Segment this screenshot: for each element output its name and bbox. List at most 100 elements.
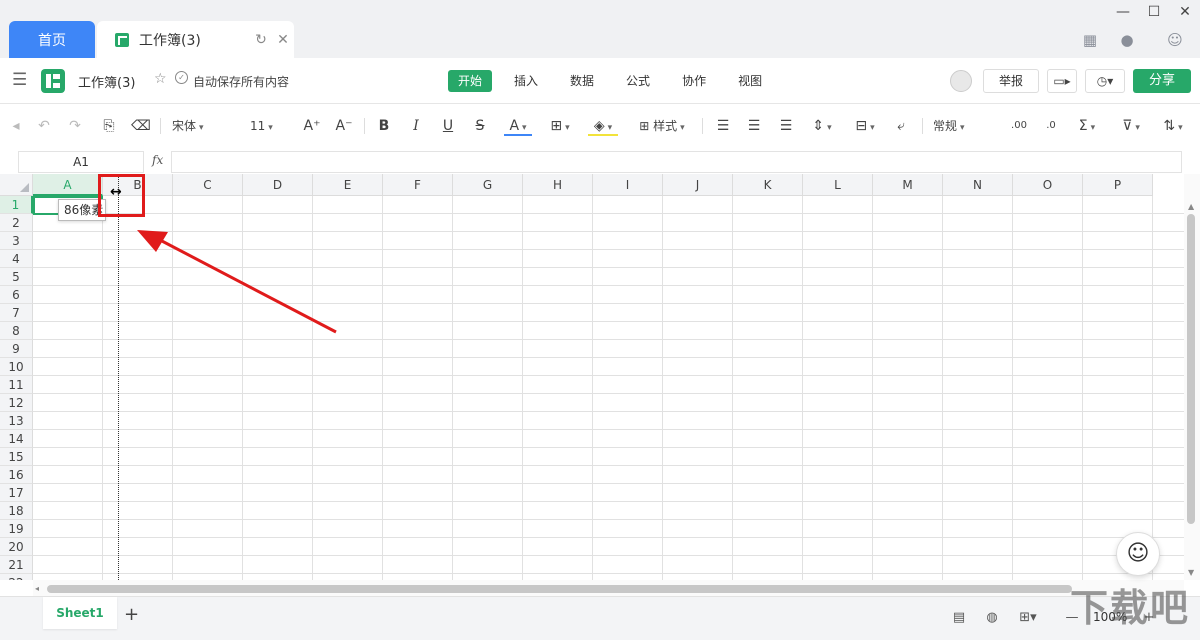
minimize-button[interactable]: —	[1108, 2, 1138, 22]
vertical-scroll-thumb[interactable]	[1187, 214, 1195, 524]
column-header-h[interactable]: H	[523, 174, 593, 196]
column-header-o[interactable]: O	[1013, 174, 1083, 196]
column-header-k[interactable]: K	[733, 174, 803, 196]
sum-icon[interactable]: Σ	[1073, 116, 1101, 136]
decrease-font-icon[interactable]: A⁻	[334, 116, 354, 136]
cell-style-button[interactable]: ⊞ 样式	[632, 116, 692, 136]
undo-icon[interactable]: ↶	[34, 116, 54, 136]
row-header-20[interactable]: 20	[0, 538, 33, 556]
row-header-9[interactable]: 9	[0, 340, 33, 358]
row-header-15[interactable]: 15	[0, 448, 33, 466]
spreadsheet-grid[interactable]: ABCDEFGHIJKLMNOP 1 2 3 4 5 6 7 8 9 10 11 12 13 14 15 16…	[0, 174, 1184, 580]
increase-font-icon[interactable]: A⁺	[302, 116, 322, 136]
row-header-1[interactable]: 1	[0, 196, 33, 214]
close-tab-icon[interactable]: ✕	[272, 32, 294, 48]
network-status-icon[interactable]: ◍	[983, 609, 1001, 627]
tab-home[interactable]: 首页	[9, 21, 95, 58]
history-icon[interactable]: ◷▾	[1085, 69, 1125, 93]
collaborator-avatar[interactable]	[950, 70, 972, 92]
fill-color-icon[interactable]: ◈	[588, 116, 618, 136]
hamburger-menu-icon[interactable]: ☰	[12, 70, 30, 92]
menu-tab-home[interactable]: 开始	[448, 70, 493, 92]
row-header-4[interactable]: 4	[0, 250, 33, 268]
row-header-22[interactable]: 22	[0, 574, 33, 580]
fx-icon[interactable]: fx	[152, 153, 163, 167]
star-icon[interactable]: ☆	[154, 71, 167, 87]
name-box[interactable]: A1	[18, 151, 144, 173]
row-header-3[interactable]: 3	[0, 232, 33, 250]
row-header-11[interactable]: 11	[0, 376, 33, 394]
share-button[interactable]: 分享	[1133, 69, 1191, 93]
row-header-18[interactable]: 18	[0, 502, 33, 520]
row-header-16[interactable]: 16	[0, 466, 33, 484]
column-header-g[interactable]: G	[453, 174, 523, 196]
scroll-up-icon[interactable]: ▲	[1188, 202, 1194, 211]
refresh-icon[interactable]: ↻	[250, 32, 272, 48]
row-header-17[interactable]: 17	[0, 484, 33, 502]
column-header-a[interactable]: A	[33, 174, 103, 196]
row-header-21[interactable]: 21	[0, 556, 33, 574]
row-header-19[interactable]: 19	[0, 520, 33, 538]
row-header-2[interactable]: 2	[0, 214, 33, 232]
align-center-icon[interactable]: ☰	[745, 116, 763, 136]
column-header-i[interactable]: I	[593, 174, 663, 196]
borders-icon[interactable]: ⊞	[545, 116, 575, 136]
document-name[interactable]: 工作簿(3)	[78, 72, 135, 91]
underline-button[interactable]: U	[440, 116, 456, 136]
row-header-7[interactable]: 7	[0, 304, 33, 322]
scroll-left-icon[interactable]: ◂	[35, 584, 39, 593]
merge-cells-icon[interactable]: ⊟	[850, 116, 880, 136]
assistant-mascot-icon[interactable]: ☺	[1116, 532, 1160, 576]
italic-button[interactable]: I	[408, 116, 424, 136]
row-header-8[interactable]: 8	[0, 322, 33, 340]
menu-tab-collab[interactable]: 协作	[672, 70, 716, 92]
eraser-icon[interactable]: ⌫	[131, 116, 151, 136]
user-avatar-icon[interactable]: ☺	[1165, 30, 1185, 50]
column-header-n[interactable]: N	[943, 174, 1013, 196]
filter-icon[interactable]: ⊽	[1116, 116, 1146, 136]
row-header-14[interactable]: 14	[0, 430, 33, 448]
add-sheet-icon[interactable]: +	[124, 604, 139, 625]
sheet-tab-sheet1[interactable]: Sheet1	[43, 597, 117, 629]
horizontal-scroll-thumb[interactable]	[47, 585, 1072, 593]
format-painter-icon[interactable]: ⎘	[99, 116, 119, 136]
sort-icon[interactable]: ⇅	[1158, 116, 1188, 136]
row-header-6[interactable]: 6	[0, 286, 33, 304]
font-color-button[interactable]: A	[504, 116, 532, 136]
row-header-10[interactable]: 10	[0, 358, 33, 376]
font-size-select[interactable]: 11	[250, 116, 292, 136]
row-header-5[interactable]: 5	[0, 268, 33, 286]
select-all-corner[interactable]	[0, 174, 33, 196]
close-window-button[interactable]: ✕	[1170, 2, 1200, 22]
vertical-align-icon[interactable]: ⇕	[808, 116, 836, 136]
video-icon[interactable]: ▭▸	[1047, 69, 1077, 93]
formula-input[interactable]	[171, 151, 1182, 173]
row-header-12[interactable]: 12	[0, 394, 33, 412]
column-header-f[interactable]: F	[383, 174, 453, 196]
protection-status-icon[interactable]: ▤	[950, 609, 968, 627]
strikethrough-button[interactable]: S	[472, 116, 488, 136]
column-header-l[interactable]: L	[803, 174, 873, 196]
row-header-13[interactable]: 13	[0, 412, 33, 430]
menu-tab-data[interactable]: 数据	[560, 70, 604, 92]
column-header-p[interactable]: P	[1083, 174, 1153, 196]
view-layout-icon[interactable]: ⊞▾	[1015, 609, 1041, 627]
collapse-left-icon[interactable]: ◂	[10, 116, 22, 136]
column-header-m[interactable]: M	[873, 174, 943, 196]
tab-workbook[interactable]: 工作簿(3) ↻ ✕	[97, 21, 294, 58]
decrease-decimal-icon[interactable]: .0	[1042, 116, 1060, 136]
column-header-d[interactable]: D	[243, 174, 313, 196]
column-header-c[interactable]: C	[173, 174, 243, 196]
report-button[interactable]: 举报	[983, 69, 1039, 93]
column-header-j[interactable]: J	[663, 174, 733, 196]
wrap-text-icon[interactable]: ⤶	[892, 116, 910, 136]
align-left-icon[interactable]: ☰	[714, 116, 732, 136]
menu-tab-view[interactable]: 视图	[728, 70, 772, 92]
cell-area[interactable]	[33, 196, 1184, 580]
font-family-select[interactable]: 宋体	[172, 116, 238, 136]
scroll-down-icon[interactable]: ▼	[1188, 568, 1194, 577]
align-right-icon[interactable]: ☰	[777, 116, 795, 136]
column-header-e[interactable]: E	[313, 174, 383, 196]
chat-icon[interactable]: ●	[1117, 30, 1137, 50]
menu-tab-insert[interactable]: 插入	[504, 70, 548, 92]
